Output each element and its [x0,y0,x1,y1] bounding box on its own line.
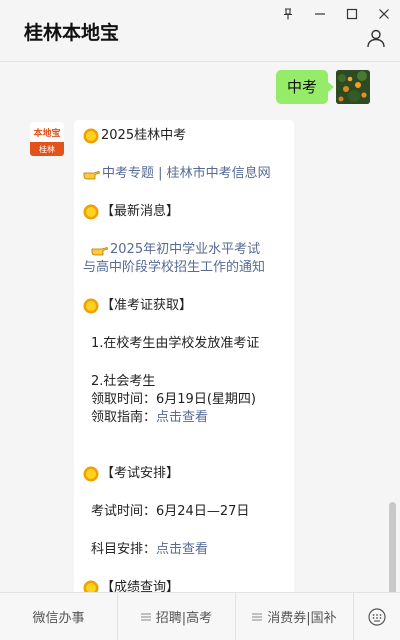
sun-icon [83,298,99,314]
message-title: 2025桂林中考 [101,128,187,143]
close-icon [379,9,389,19]
keyboard-icon [368,607,386,626]
exam-heading-line: 【考试安排】 [83,465,286,483]
ticket-time-label: 领取时间： [91,392,157,407]
score-heading-line: 【成绩查询】 [83,579,286,592]
notice-link-line: 2025年初中学业水平考试 [83,241,286,259]
ticket-time-line: 领取时间： 6月19日(星期四) [83,391,286,409]
ticket-item2: 2.社会考生 [91,374,156,389]
ticket-heading: 【准考证获取】 [101,298,193,313]
minimize-icon [315,13,325,15]
ticket-guide-link[interactable]: 点击查看 [156,409,208,427]
subject-line: 科目安排： 点击查看 [83,541,286,559]
user-avatar-image [336,70,370,104]
window-controls [272,0,400,28]
menu-item-wechat-services[interactable]: 微信办事 [0,593,118,640]
subject-label: 科目安排： [91,542,157,557]
subject-link[interactable]: 点击查看 [156,541,208,559]
menu-item-label: 微信办事 [32,611,85,626]
bot-logo-text: 本地宝 [33,128,61,139]
menu-item-label: 消费券|国补 [267,611,337,626]
exam-time-value: 6月24日—27日 [156,504,250,519]
sun-icon [83,204,99,220]
window-title: 桂林本地宝 [24,22,120,44]
pin-icon [284,8,292,20]
ticket-item1: 1.在校考生由学校发放准考证 [91,336,260,351]
pointing-hand-icon [91,247,109,256]
bottom-menu: 微信办事 招聘|高考 消费券|国补 [0,592,400,640]
hamburger-icon [140,613,151,620]
menu-item-coupons[interactable]: 消费券|国补 [236,593,354,640]
chat-scrollbar[interactable] [389,502,396,592]
message-title-line: 2025桂林中考 [83,127,286,145]
notice-link-line2-row: 与高中阶段学校招生工作的通知 [83,259,286,277]
sun-icon [83,128,99,144]
user-avatar[interactable] [336,70,370,104]
exam-time-line: 考试时间： 6月24日—27日 [83,503,286,521]
sun-icon [83,580,99,592]
keyboard-toggle-button[interactable] [354,593,400,640]
menu-item-label: 招聘|高考 [155,611,213,626]
latest-heading: 【最新消息】 [101,204,180,219]
incoming-message-card: 2025桂林中考 中考专题 | 桂林市中考信息网 【最新消息】 2025年初中学… [74,120,294,592]
minimize-button[interactable] [304,2,336,26]
latest-heading-line: 【最新消息】 [83,203,286,221]
chat-area[interactable]: 中考 本地宝 桂林 2025桂林中考 中考专题 | 桂林市中考信息网 【最新消息… [0,62,400,592]
exam-time-label: 考试时间： [91,504,157,519]
pin-button[interactable] [272,2,304,26]
outgoing-bubble[interactable]: 中考 [275,70,335,104]
person-icon[interactable] [366,28,386,48]
notice-link-line2[interactable]: 与高中阶段学校招生工作的通知 [83,259,265,277]
score-heading: 【成绩查询】 [101,580,180,592]
topic-link-line: 中考专题 | 桂林市中考信息网 [83,165,286,183]
ticket-guide-line: 领取指南： 点击查看 [83,409,286,427]
close-button[interactable] [368,2,400,26]
topic-link[interactable]: 中考专题 | 桂林市中考信息网 [102,165,271,183]
notice-link-line1[interactable]: 2025年初中学业水平考试 [110,241,260,259]
bot-avatar[interactable]: 本地宝 桂林 [30,122,64,156]
ticket-heading-line: 【准考证获取】 [83,297,286,315]
ticket-guide-label: 领取指南： [91,410,157,425]
sun-icon [83,466,99,482]
pointing-hand-icon [83,171,101,180]
ticket-time-value: 6月19日(星期四) [156,392,256,407]
outgoing-message: 中考 [275,70,370,104]
exam-heading: 【考试安排】 [101,466,180,481]
hamburger-icon [252,613,263,620]
menu-item-jobs-gaokao[interactable]: 招聘|高考 [118,593,236,640]
maximize-button[interactable] [336,2,368,26]
bot-logo-sub: 桂林 [30,142,64,156]
maximize-icon [346,8,358,20]
